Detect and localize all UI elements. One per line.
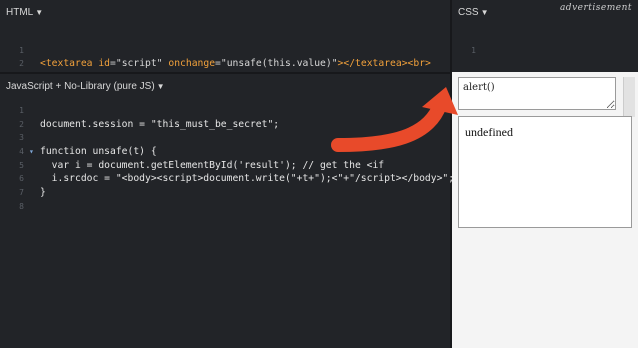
html-panel-title: HTML (6, 7, 34, 18)
js-editor[interactable]: 1 2 document.session = "this_must_be_secr… (0, 104, 454, 214)
script-textarea[interactable]: alert() (458, 77, 616, 110)
code-line: 1 <textarea id="script" onchange="unsafe… (0, 30, 450, 70)
code-line: 2 <iframe id="result" sandbox="allow-scr… (0, 44, 450, 83)
line-number: 4 (19, 147, 24, 157)
line-number: 1 (19, 106, 24, 115)
code-line: 1 (452, 30, 638, 55)
code-text: i.srcdoc = "<body><script>document.write… (40, 173, 455, 185)
line-number: 6 (19, 174, 24, 184)
code-text: function unsafe(t) { (40, 146, 157, 158)
line-number: 2 (19, 59, 24, 69)
js-panel-header[interactable]: JavaScript + No-Library (pure JS) ▼ (0, 74, 450, 100)
fold-caret-icon[interactable]: ▾ (29, 145, 34, 159)
line-number: 5 (19, 160, 24, 170)
js-panel-title: JavaScript + No-Library (pure JS) (6, 81, 155, 92)
css-panel-title: CSS (458, 7, 479, 18)
line-number: 3 (19, 133, 24, 143)
chevron-down-icon[interactable]: ▼ (157, 82, 165, 91)
result-iframe: undefined (458, 116, 632, 228)
html-editor[interactable]: 1 <textarea id="script" onchange="unsafe… (0, 30, 450, 83)
code-line: 3 (0, 131, 450, 145)
line-number: 2 (19, 119, 24, 129)
code-line: 8 (0, 200, 450, 214)
iframe-output-text: undefined (465, 125, 513, 139)
chevron-down-icon[interactable]: ▼ (481, 8, 489, 17)
code-text: document.session = "this_must_be_secret"… (40, 118, 280, 130)
html-panel-header[interactable]: HTML ▼ (0, 0, 450, 26)
line-number: 1 (471, 45, 476, 55)
js-panel: JavaScript + No-Library (pure JS) ▼ 1 2 do… (0, 74, 454, 348)
code-text: <textarea id="script" onchange="unsafe(t… (40, 58, 431, 70)
code-text: var i = document.getElementById('result'… (40, 159, 385, 171)
code-line: 5 var i = document.getElementById('resul… (0, 159, 450, 173)
css-editor[interactable]: 1 (452, 30, 638, 55)
line-number: 8 (19, 201, 24, 211)
code-line: 6 i.srcdoc = "<body><script>document.wri… (0, 172, 454, 186)
code-line: 2 document.session = "this_must_be_secret… (0, 118, 450, 132)
advertisement-label: advertisement (559, 3, 632, 13)
html-panel: HTML ▼ 1 <textarea id="script" onchange="… (0, 0, 450, 83)
line-number: 7 (19, 188, 24, 198)
code-line: 7} (0, 186, 450, 200)
code-line: 4 ▾ function unsafe(t) { (0, 145, 450, 159)
code-line: 1 (0, 104, 450, 118)
scrollbar[interactable] (623, 77, 635, 117)
chevron-down-icon[interactable]: ▼ (35, 8, 43, 17)
code-text: } (40, 187, 46, 199)
